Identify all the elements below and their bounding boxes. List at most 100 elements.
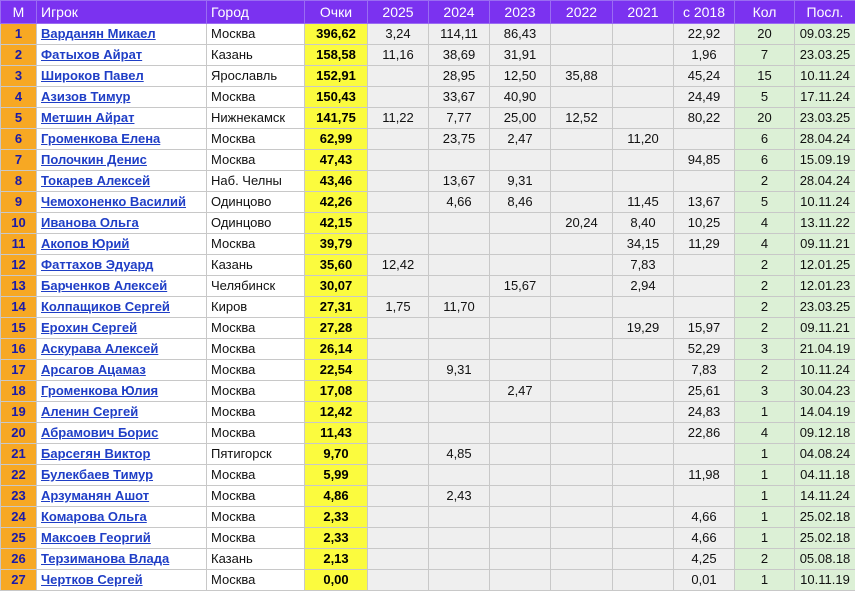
player-link[interactable]: Арсагов Ацамаз (41, 362, 146, 377)
player-name-cell: Варданян Микаел (36, 23, 207, 45)
last-date-cell: 05.08.18 (794, 548, 855, 570)
year-2021-cell: 11,20 (612, 128, 674, 150)
year-2025-cell (367, 527, 429, 549)
player-link[interactable]: Полочкин Денис (41, 152, 147, 167)
header-points[interactable]: Очки (304, 0, 368, 24)
player-link[interactable]: Чертков Сергей (41, 572, 143, 587)
rank-cell: 26 (0, 548, 37, 570)
since-2018-cell: 22,92 (673, 23, 735, 45)
player-link[interactable]: Аскурава Алексей (41, 341, 158, 356)
header-2022[interactable]: 2022 (550, 0, 613, 24)
player-link[interactable]: Широков Павел (41, 68, 144, 83)
header-city[interactable]: Город (206, 0, 305, 24)
since-2018-cell: 80,22 (673, 107, 735, 129)
year-2024-cell (428, 401, 490, 423)
last-date-cell: 09.11.21 (794, 317, 855, 339)
year-2025-cell (367, 380, 429, 402)
header-rank[interactable]: М (0, 0, 37, 24)
year-2024-cell (428, 422, 490, 444)
city-cell: Москва (206, 401, 305, 423)
player-name-cell: Широков Павел (36, 65, 207, 87)
year-2023-cell (489, 485, 551, 507)
since-2018-cell: 25,61 (673, 380, 735, 402)
player-link[interactable]: Аленин Сергей (41, 404, 138, 419)
table-row: 26 Терзиманова Влада Казань 2,13 4,25 2 05.08.… (0, 548, 855, 570)
count-cell: 2 (734, 296, 795, 318)
year-2025-cell (367, 86, 429, 108)
rank-cell: 12 (0, 254, 37, 276)
player-link[interactable]: Громенкова Юлия (41, 383, 158, 398)
since-2018-cell: 10,25 (673, 212, 735, 234)
player-link[interactable]: Метшин Айрат (41, 110, 134, 125)
points-cell: 5,99 (304, 464, 368, 486)
year-2023-cell (489, 296, 551, 318)
header-2021[interactable]: 2021 (612, 0, 674, 24)
player-link[interactable]: Абрамович Борис (41, 425, 158, 440)
last-date-cell: 23.03.25 (794, 44, 855, 66)
since-2018-cell: 11,98 (673, 464, 735, 486)
player-name-cell: Полочкин Денис (36, 149, 207, 171)
year-2023-cell: 2,47 (489, 380, 551, 402)
city-cell: Москва (206, 128, 305, 150)
player-link[interactable]: Максоев Георгий (41, 530, 151, 545)
player-link[interactable]: Фаттахов Эдуард (41, 257, 153, 272)
player-link[interactable]: Иванова Ольга (41, 215, 139, 230)
count-cell: 2 (734, 170, 795, 192)
year-2022-cell (550, 317, 613, 339)
rank-cell: 5 (0, 107, 37, 129)
year-2022-cell (550, 485, 613, 507)
city-cell: Наб. Челны (206, 170, 305, 192)
year-2023-cell (489, 548, 551, 570)
rank-cell: 4 (0, 86, 37, 108)
player-link[interactable]: Барченков Алексей (41, 278, 167, 293)
player-link[interactable]: Комарова Ольга (41, 509, 147, 524)
header-2025[interactable]: 2025 (367, 0, 429, 24)
city-cell: Москва (206, 506, 305, 528)
year-2025-cell (367, 548, 429, 570)
player-link[interactable]: Барсегян Виктор (41, 446, 150, 461)
player-link[interactable]: Токарев Алексей (41, 173, 150, 188)
year-2025-cell: 3,24 (367, 23, 429, 45)
table-row: 11 Акопов Юрий Москва 39,79 34,15 11,29 4 09.11… (0, 233, 855, 255)
player-link[interactable]: Акопов Юрий (41, 236, 129, 251)
table-row: 12 Фаттахов Эдуард Казань 35,60 12,42 7,83 2 12… (0, 254, 855, 276)
points-cell: 27,28 (304, 317, 368, 339)
header-count[interactable]: Кол (734, 0, 795, 24)
rank-cell: 20 (0, 422, 37, 444)
year-2022-cell (550, 44, 613, 66)
points-cell: 42,26 (304, 191, 368, 213)
ranking-table: М Игрок Город Очки 2025 2024 2023 2022 2… (0, 0, 855, 591)
player-link[interactable]: Азизов Тимур (41, 89, 130, 104)
player-link[interactable]: Фатыхов Айрат (41, 47, 142, 62)
table-row: 2 Фатыхов Айрат Казань 158,58 11,16 38,69 31,9… (0, 44, 855, 66)
player-link[interactable]: Колпащиков Сергей (41, 299, 170, 314)
player-link[interactable]: Булекбаев Тимур (41, 467, 153, 482)
year-2021-cell (612, 401, 674, 423)
player-link[interactable]: Ерохин Сергей (41, 320, 137, 335)
year-2024-cell: 114,11 (428, 23, 490, 45)
since-2018-cell: 7,83 (673, 359, 735, 381)
player-link[interactable]: Чемохоненко Василий (41, 194, 186, 209)
header-player[interactable]: Игрок (36, 0, 207, 24)
player-link[interactable]: Арзуманян Ашот (41, 488, 149, 503)
year-2025-cell (367, 149, 429, 171)
rank-cell: 9 (0, 191, 37, 213)
year-2023-cell (489, 464, 551, 486)
player-link[interactable]: Громенкова Елена (41, 131, 160, 146)
year-2023-cell (489, 233, 551, 255)
year-2021-cell (612, 464, 674, 486)
header-2023[interactable]: 2023 (489, 0, 551, 24)
points-cell: 158,58 (304, 44, 368, 66)
year-2023-cell: 8,46 (489, 191, 551, 213)
last-date-cell: 09.11.21 (794, 233, 855, 255)
last-date-cell: 15.09.19 (794, 149, 855, 171)
header-2024[interactable]: 2024 (428, 0, 490, 24)
header-since-2018[interactable]: с 2018 (673, 0, 735, 24)
year-2025-cell (367, 422, 429, 444)
year-2021-cell (612, 443, 674, 465)
header-last[interactable]: Посл. (794, 0, 855, 24)
player-link[interactable]: Терзиманова Влада (41, 551, 169, 566)
city-cell: Москва (206, 485, 305, 507)
player-link[interactable]: Варданян Микаел (41, 26, 156, 41)
points-cell: 152,91 (304, 65, 368, 87)
